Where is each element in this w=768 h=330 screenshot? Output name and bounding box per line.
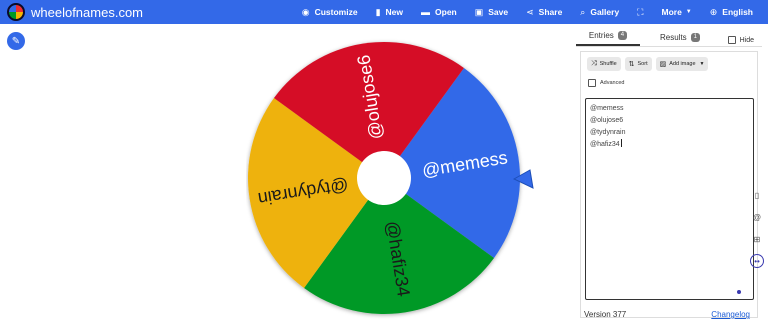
shuffle-label: Shuffle bbox=[599, 61, 617, 67]
shuffle-button[interactable]: ⤨ Shuffle bbox=[587, 57, 621, 71]
top-navigation-bar: wheelofnames.com ◉ Customize ▮ New ▬ Open ▣… bbox=[0, 0, 768, 24]
main-menu: ◉ Customize ▮ New ▬ Open ▣ Save ⋖ Share ⌕ Gall… bbox=[293, 0, 762, 24]
sort-button[interactable]: ⇅ Sort bbox=[624, 57, 652, 71]
sort-label: Sort bbox=[637, 61, 648, 67]
entry-line: @memess bbox=[590, 105, 624, 112]
entries-toolbar: ⤨ Shuffle ⇅ Sort ▨ Add image ▼ bbox=[587, 57, 709, 71]
advanced-toggle[interactable]: Advanced bbox=[588, 79, 624, 87]
hide-checkbox[interactable] bbox=[727, 36, 736, 44]
share-label: Share bbox=[538, 7, 563, 17]
book-icon[interactable]: ▯ bbox=[750, 188, 764, 202]
tab-entries[interactable]: Entries 4 bbox=[576, 31, 640, 46]
wheel-center[interactable] bbox=[357, 151, 411, 205]
globe-icon: ⊕ bbox=[709, 6, 718, 17]
image-icon: ▨ bbox=[659, 61, 667, 68]
customize-label: Customize bbox=[314, 7, 358, 17]
entry-line: @olujose6 bbox=[590, 117, 624, 124]
open-label: Open bbox=[435, 7, 457, 17]
assistant-icon[interactable]: •• bbox=[750, 254, 764, 268]
save-button[interactable]: ▣ Save bbox=[466, 0, 517, 24]
wheel-logo-icon bbox=[7, 3, 25, 21]
tab-results[interactable]: Results 1 bbox=[650, 33, 710, 46]
customize-button[interactable]: ◉ Customize bbox=[293, 0, 367, 24]
chevron-down-icon: ▼ bbox=[699, 61, 705, 67]
entries-textarea[interactable]: @memess @olujose6 @tydynrain @hafiz34 bbox=[585, 98, 754, 300]
share-button[interactable]: ⋖ Share bbox=[517, 0, 571, 24]
site-name: wheelofnames.com bbox=[31, 4, 143, 20]
folder-icon: ▬ bbox=[421, 7, 431, 17]
palette-icon: ◉ bbox=[301, 6, 310, 17]
share-icon: ⋖ bbox=[526, 6, 534, 17]
search-icon: ⌕ bbox=[580, 6, 586, 17]
name-wheel[interactable]: @memess@hafiz34@tydynrain@olujose6 bbox=[246, 34, 536, 324]
logo[interactable]: wheelofnames.com bbox=[7, 3, 143, 21]
tab-results-label: Results bbox=[659, 33, 687, 42]
tab-entries-label: Entries bbox=[588, 31, 614, 40]
text-cursor bbox=[620, 139, 622, 147]
edit-button[interactable]: ✎ bbox=[7, 32, 25, 50]
version-label: Version 377 bbox=[584, 310, 627, 319]
fullscreen-button[interactable]: ⛶ bbox=[628, 0, 652, 24]
grammarly-dot-icon[interactable] bbox=[737, 290, 741, 294]
new-label: New bbox=[385, 7, 404, 17]
language-button[interactable]: ⊕ English bbox=[701, 0, 762, 24]
new-document-icon: ▮ bbox=[375, 6, 381, 17]
language-label: English bbox=[722, 7, 753, 17]
chevron-down-icon: ▼ bbox=[685, 9, 692, 15]
more-button[interactable]: More ▼ bbox=[652, 0, 700, 24]
entries-card: ⤨ Shuffle ⇅ Sort ▨ Add image ▼ Advanced @mem… bbox=[580, 51, 758, 318]
advanced-label: Advanced bbox=[600, 80, 625, 86]
entry-line: @tydynrain bbox=[590, 129, 626, 136]
entries-panel: Entries 4 Results 1 Hide ⤨ Shuffle ⇅ Sort … bbox=[576, 30, 762, 326]
save-icon: ▣ bbox=[474, 6, 484, 17]
hide-label: Hide bbox=[739, 36, 754, 44]
panel-tabs: Entries 4 Results 1 Hide bbox=[576, 30, 762, 47]
pencil-icon: ✎ bbox=[11, 35, 21, 47]
gallery-button[interactable]: ⌕ Gallery bbox=[571, 0, 628, 24]
fullscreen-icon: ⛶ bbox=[637, 6, 644, 17]
entry-line-last: @hafiz34 bbox=[590, 139, 749, 151]
results-count-badge: 1 bbox=[690, 33, 701, 42]
entry-text: @hafiz34 bbox=[590, 141, 620, 148]
save-label: Save bbox=[488, 7, 509, 17]
add-image-label: Add image bbox=[669, 61, 696, 67]
side-extension-icons: ▯ @ ⊞ •• bbox=[750, 188, 764, 276]
open-button[interactable]: ▬ Open bbox=[412, 0, 466, 24]
new-button[interactable]: ▮ New bbox=[367, 0, 412, 24]
grid-icon[interactable]: ⊞ bbox=[750, 232, 764, 246]
more-label: More bbox=[661, 7, 682, 17]
shuffle-icon: ⤨ bbox=[591, 60, 597, 67]
advanced-checkbox[interactable] bbox=[588, 79, 596, 87]
add-image-button[interactable]: ▨ Add image ▼ bbox=[655, 57, 709, 71]
changelog-link[interactable]: Changelog bbox=[711, 310, 750, 319]
at-sign-icon[interactable]: @ bbox=[750, 210, 764, 224]
sort-icon: ⇅ bbox=[628, 61, 635, 68]
hide-toggle[interactable]: Hide bbox=[727, 36, 754, 44]
gallery-label: Gallery bbox=[590, 7, 620, 17]
entries-count-badge: 4 bbox=[617, 31, 628, 40]
